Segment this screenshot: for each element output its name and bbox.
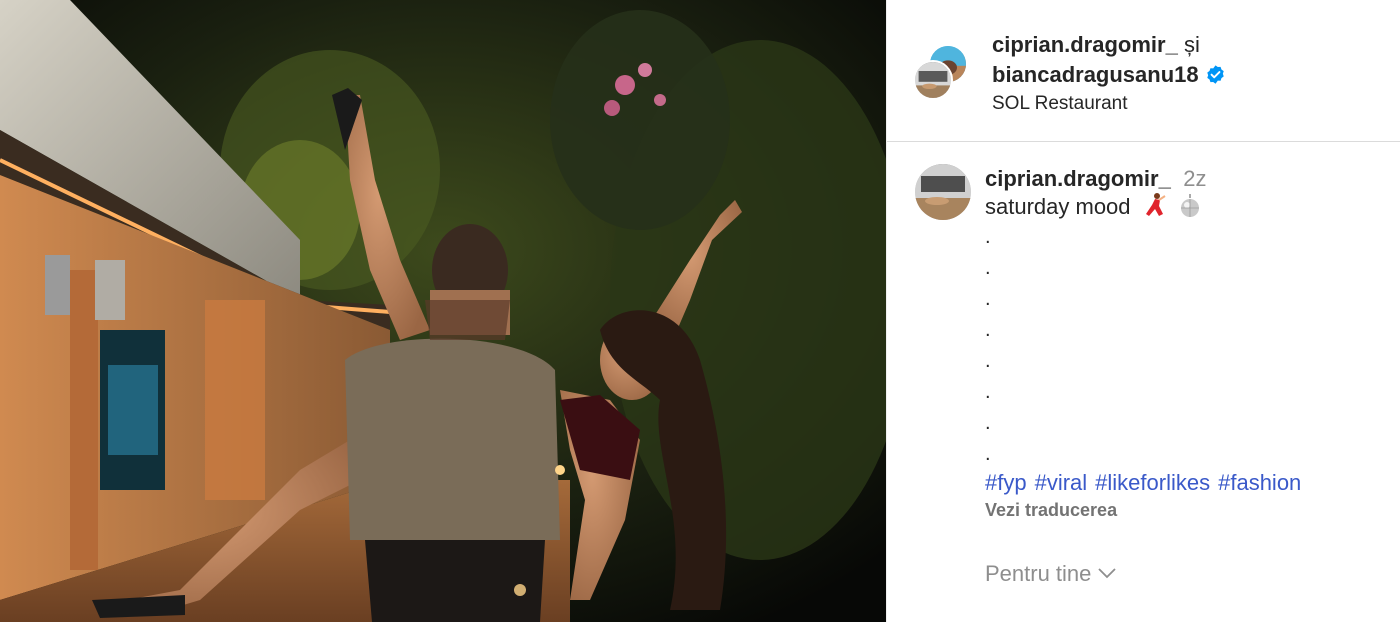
hashtag-list: #fyp #viral #likeforlikes #fashion: [985, 468, 1385, 498]
for-you-label: Pentru tine: [985, 561, 1092, 586]
caption-meta: ciprian.dragomir_ 2z: [985, 166, 1385, 192]
photo-scene: [0, 0, 886, 622]
caption-dot: .: [985, 288, 991, 310]
hashtag-link[interactable]: #likeforlikes: [1095, 470, 1210, 495]
header-line-1: ciprian.dragomir_ și: [992, 30, 1226, 60]
avatar-image: [915, 62, 951, 98]
post-photo[interactable]: [0, 0, 886, 622]
post-side-panel: ciprian.dragomir_ și biancadragusanu18 S…: [886, 0, 1400, 622]
caption-author-avatar[interactable]: [915, 164, 971, 220]
verified-badge-icon: [1206, 65, 1224, 84]
author-username[interactable]: ciprian.dragomir_: [992, 32, 1178, 57]
caption-username[interactable]: ciprian.dragomir_: [985, 166, 1171, 191]
post-location[interactable]: SOL Restaurant: [992, 90, 1226, 118]
caption-dot: .: [985, 412, 991, 434]
hashtag-link[interactable]: #fyp: [985, 470, 1027, 495]
header-line-2: biancadragusanu18: [992, 60, 1226, 90]
dancer-emoji-icon: [1145, 193, 1166, 216]
hashtag-link[interactable]: #viral: [1035, 470, 1088, 495]
caption-body: ciprian.dragomir_ 2z saturday mood . . .…: [985, 166, 1385, 587]
mirror-ball-icon: [1180, 194, 1199, 217]
post-header: ciprian.dragomir_ și biancadragusanu18 S…: [887, 0, 1400, 142]
caption-dot: .: [985, 257, 991, 279]
conjunction: și: [1183, 32, 1200, 57]
avatar-image: [915, 164, 971, 220]
caption-dot: .: [985, 350, 991, 372]
caption-dot: .: [985, 443, 991, 465]
header-text: ciprian.dragomir_ și biancadragusanu18 S…: [992, 30, 1226, 118]
post-view: ciprian.dragomir_ și biancadragusanu18 S…: [0, 0, 1400, 622]
caption-dots: . . . . . . . .: [985, 222, 1385, 470]
see-translation-link[interactable]: Vezi traducerea: [985, 500, 1385, 521]
caption-dot: .: [985, 319, 991, 341]
for-you-dropdown[interactable]: Pentru tine: [985, 561, 1385, 587]
caption-text-line: saturday mood: [985, 192, 1385, 222]
caption-dot: .: [985, 381, 991, 403]
collab-avatars[interactable]: [913, 44, 973, 104]
hashtag-link[interactable]: #fashion: [1218, 470, 1301, 495]
chevron-down-icon: [1098, 568, 1117, 579]
caption-dot: .: [985, 226, 991, 248]
caption-text: saturday mood: [985, 194, 1131, 219]
collaborator-username[interactable]: biancadragusanu18: [992, 62, 1199, 87]
author-avatar[interactable]: [913, 60, 953, 100]
caption-timestamp[interactable]: 2z: [1183, 166, 1206, 191]
